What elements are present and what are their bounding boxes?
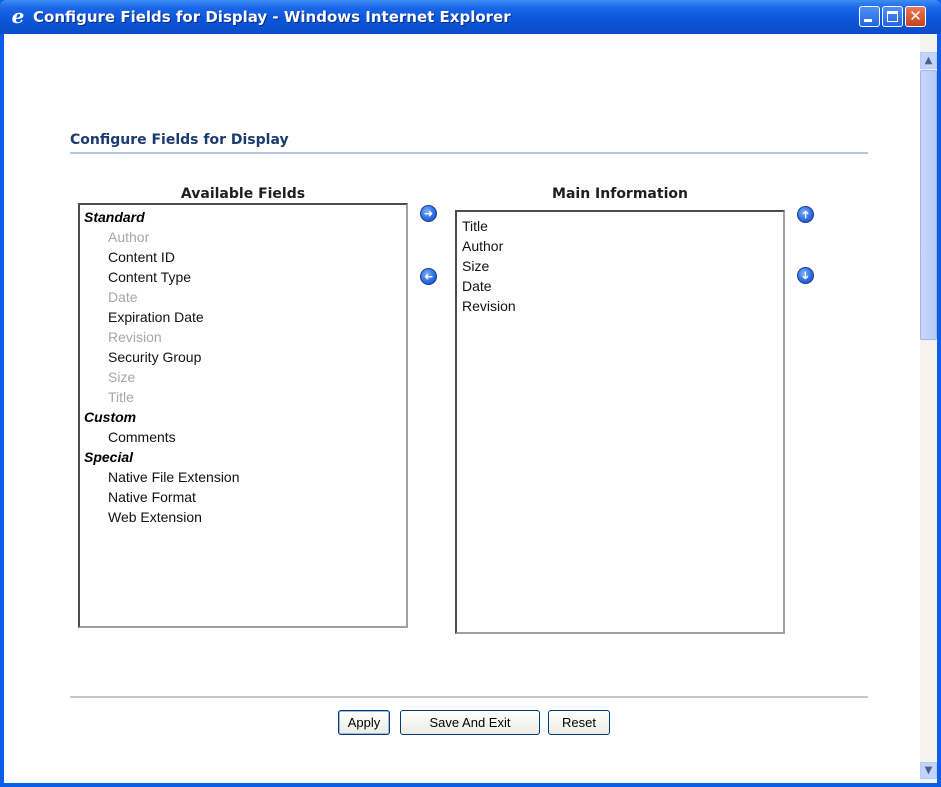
heading-divider — [70, 152, 868, 154]
footer-divider — [70, 696, 868, 698]
available-fields-title: Available Fields — [180, 186, 306, 202]
list-item[interactable]: Native Format — [84, 487, 406, 507]
browser-window: e Configure Fields for Display - Windows… — [0, 0, 941, 787]
title-bar[interactable]: e Configure Fields for Display - Windows… — [0, 0, 941, 34]
main-information-title: Main Information — [552, 186, 688, 202]
save-and-exit-button[interactable]: Save And Exit — [400, 710, 540, 735]
move-up-button[interactable]: ➜ — [797, 206, 814, 223]
close-icon: ✕ — [909, 7, 922, 25]
list-item[interactable]: Revision — [461, 296, 783, 316]
arrow-down-icon: ➜ — [799, 270, 812, 281]
list-item[interactable]: Expiration Date — [84, 307, 406, 327]
listbox-group-label: Custom — [84, 409, 137, 425]
window-title: Configure Fields for Display - Windows I… — [33, 8, 511, 26]
arrow-left-icon: ➜ — [423, 270, 434, 283]
list-item: Author — [108, 229, 150, 245]
remove-field-button[interactable]: ➜ — [420, 268, 437, 285]
list-item[interactable]: Comments — [84, 427, 406, 447]
list-item[interactable]: Content ID — [84, 247, 406, 267]
vertical-scrollbar[interactable]: ▲ ▼ — [920, 34, 937, 783]
listbox-group-label: Special — [84, 449, 134, 465]
list-item[interactable]: Web Extension — [84, 507, 406, 527]
minimize-icon — [864, 19, 872, 22]
scroll-thumb[interactable] — [920, 70, 937, 340]
move-down-button[interactable]: ➜ — [797, 267, 814, 284]
chevron-up-icon: ▲ — [924, 55, 933, 66]
list-item: Revision — [108, 329, 162, 345]
list-item: Date — [108, 289, 138, 305]
list-item[interactable]: Title — [461, 216, 783, 236]
list-item: Size — [108, 369, 136, 385]
list-item[interactable]: Security Group — [84, 347, 406, 367]
list-item[interactable]: Date — [461, 276, 783, 296]
add-field-button[interactable]: ➜ — [420, 205, 437, 222]
main-information-listbox[interactable]: Title Author Size Date Revision — [455, 210, 785, 634]
arrow-up-icon: ➜ — [799, 209, 812, 220]
list-item: Title — [108, 389, 134, 405]
available-fields-listbox[interactable]: Standard Author Content ID Content Type Date… — [78, 203, 408, 628]
maximize-icon — [887, 11, 898, 22]
ie-icon: e — [11, 4, 25, 28]
maximize-button[interactable] — [882, 6, 903, 27]
list-item[interactable]: Author — [461, 236, 783, 256]
page-title: Configure Fields for Display — [70, 132, 289, 148]
list-item[interactable]: Content Type — [84, 267, 406, 287]
apply-button[interactable]: Apply — [338, 710, 390, 735]
listbox-group-label: Standard — [84, 209, 145, 225]
page-content: Configure Fields for Display Available F… — [4, 34, 937, 783]
scroll-up-button[interactable]: ▲ — [920, 52, 937, 69]
reset-button[interactable]: Reset — [548, 710, 610, 735]
chevron-down-icon: ▼ — [924, 765, 933, 776]
arrow-right-icon: ➜ — [423, 207, 434, 220]
list-item[interactable]: Size — [461, 256, 783, 276]
scroll-down-button[interactable]: ▼ — [920, 762, 937, 779]
list-item[interactable]: Native File Extension — [84, 467, 406, 487]
close-button[interactable]: ✕ — [905, 6, 926, 27]
minimize-button[interactable] — [859, 6, 880, 27]
